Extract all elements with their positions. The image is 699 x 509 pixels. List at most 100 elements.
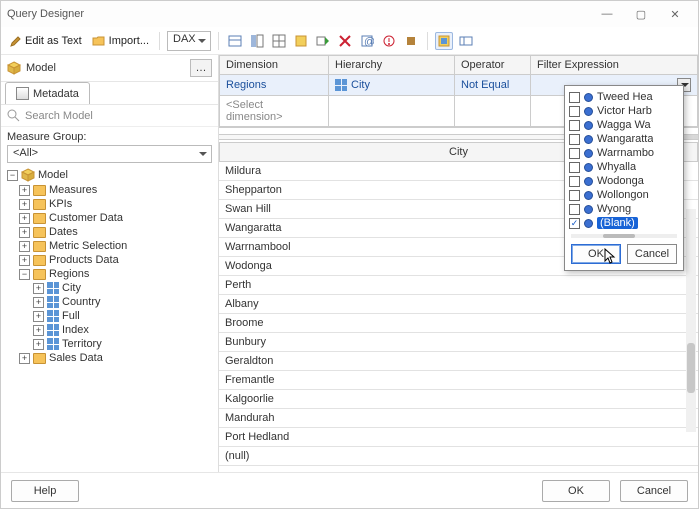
expand-icon[interactable]: + <box>19 353 30 364</box>
popup-item[interactable]: Wagga Wa <box>567 118 681 132</box>
delete-icon[interactable] <box>336 32 354 50</box>
query-icon[interactable]: @ <box>358 32 376 50</box>
popup-item[interactable]: Warrnambo <box>567 146 681 160</box>
expand-icon[interactable]: + <box>33 311 44 322</box>
result-row[interactable]: Mandurah <box>219 409 698 428</box>
tree-node-model[interactable]: Model <box>38 169 68 181</box>
parameters-icon[interactable] <box>457 32 475 50</box>
popup-item-label: Tweed Hea <box>597 91 653 103</box>
expand-icon[interactable]: + <box>33 297 44 308</box>
auto-exec-icon[interactable] <box>314 32 332 50</box>
popup-item[interactable]: Tweed Hea <box>567 90 681 104</box>
popup-cancel-button[interactable]: Cancel <box>627 244 677 264</box>
popup-item[interactable]: Wangaratta <box>567 132 681 146</box>
result-row[interactable]: Bunbury <box>219 333 698 352</box>
popup-item[interactable]: Wodonga <box>567 174 681 188</box>
checkbox[interactable] <box>569 162 580 173</box>
expand-icon[interactable]: + <box>33 283 44 294</box>
refresh-fields-icon[interactable] <box>226 32 244 50</box>
tree-node-dates[interactable]: Dates <box>49 226 78 238</box>
result-row[interactable]: Albany <box>219 295 698 314</box>
expand-icon[interactable]: + <box>19 199 30 210</box>
result-row[interactable]: Kalgoorlie <box>219 390 698 409</box>
help-button[interactable]: Help <box>11 480 79 502</box>
collapse-icon[interactable]: − <box>19 269 30 280</box>
import-label: Import... <box>109 35 149 47</box>
popup-ok-button[interactable]: OK <box>571 244 621 264</box>
checkbox[interactable] <box>569 148 580 159</box>
language-select[interactable]: DAX <box>167 31 211 51</box>
cancel-exec-icon[interactable] <box>402 32 420 50</box>
minimize-button[interactable]: — <box>590 4 624 24</box>
result-row[interactable]: Broome <box>219 314 698 333</box>
expand-icon[interactable]: + <box>19 255 30 266</box>
tab-metadata[interactable]: Metadata <box>5 82 90 104</box>
popup-item[interactable]: (Blank) <box>567 216 681 230</box>
checkbox[interactable] <box>569 190 580 201</box>
checkbox[interactable] <box>569 134 580 145</box>
result-row[interactable]: (null) <box>219 447 698 466</box>
col-dimension: Dimension <box>219 55 329 75</box>
ok-button[interactable]: OK <box>542 480 610 502</box>
tree-node-metric-selection[interactable]: Metric Selection <box>49 240 127 252</box>
edit-as-text-button[interactable]: Edit as Text <box>7 33 85 49</box>
expand-icon[interactable]: + <box>19 241 30 252</box>
measure-group-label: Measure Group: <box>1 127 218 143</box>
expand-icon[interactable]: + <box>19 213 30 224</box>
vertical-scrollbar[interactable] <box>686 209 696 432</box>
popup-item[interactable]: Victor Harb <box>567 104 681 118</box>
tree-node-full[interactable]: Full <box>62 310 80 322</box>
tree-node-products-data[interactable]: Products Data <box>49 254 119 266</box>
hierarchy-icon <box>335 79 347 91</box>
expand-icon[interactable]: + <box>33 325 44 336</box>
separator <box>427 32 428 50</box>
expand-icon[interactable]: + <box>19 227 30 238</box>
toggle-pane-icon[interactable] <box>248 32 266 50</box>
collapse-icon[interactable]: − <box>7 170 18 181</box>
tree-node-sales-data[interactable]: Sales Data <box>49 352 103 364</box>
cube-icon <box>7 61 21 75</box>
checkbox[interactable] <box>569 204 580 215</box>
search-model[interactable]: Search Model <box>1 105 218 127</box>
tree-node-territory[interactable]: Territory <box>62 338 102 350</box>
member-icon <box>584 177 593 186</box>
tree-node-measures[interactable]: Measures <box>49 184 97 196</box>
execute-icon[interactable] <box>380 32 398 50</box>
expand-icon[interactable]: + <box>19 185 30 196</box>
result-row[interactable]: Port Hedland <box>219 428 698 447</box>
folder-icon <box>33 227 46 238</box>
popup-horizontal-scrollbar[interactable] <box>571 234 677 238</box>
measure-group-select[interactable]: <All> <box>7 145 212 163</box>
popup-item[interactable]: Wyong <box>567 202 681 216</box>
tree-node-index[interactable]: Index <box>62 324 89 336</box>
tree-node-regions[interactable]: Regions <box>49 268 89 280</box>
expand-icon[interactable]: + <box>33 339 44 350</box>
metadata-tree[interactable]: − Model + Measures + KPIs + Customer Data + D… <box>1 167 218 472</box>
tree-node-kpis[interactable]: KPIs <box>49 198 72 210</box>
tree-node-city[interactable]: City <box>62 282 81 294</box>
popup-list[interactable]: Tweed HeaVictor HarbWagga WaWangarattaWa… <box>567 90 681 230</box>
cancel-button[interactable]: Cancel <box>620 480 688 502</box>
popup-item[interactable]: Wollongon <box>567 188 681 202</box>
checkbox[interactable] <box>569 92 580 103</box>
result-row[interactable]: Geraldton <box>219 352 698 371</box>
design-mode-icon[interactable] <box>435 32 453 50</box>
tree-node-customer-data[interactable]: Customer Data <box>49 212 123 224</box>
maximize-button[interactable]: ▢ <box>624 4 658 24</box>
window-title: Query Designer <box>7 8 590 20</box>
checkbox[interactable] <box>569 176 580 187</box>
result-row[interactable]: Perth <box>219 276 698 295</box>
checkbox[interactable] <box>569 120 580 131</box>
tree-node-country[interactable]: Country <box>62 296 101 308</box>
grid-icon[interactable] <box>270 32 288 50</box>
import-button[interactable]: Import... <box>89 33 152 49</box>
show-empty-icon[interactable] <box>292 32 310 50</box>
checkbox[interactable] <box>569 106 580 117</box>
popup-item[interactable]: Whyalla <box>567 160 681 174</box>
close-button[interactable]: ✕ <box>658 4 692 24</box>
member-icon <box>584 149 593 158</box>
result-row[interactable]: Fremantle <box>219 371 698 390</box>
checkbox[interactable] <box>569 218 580 229</box>
model-browse-button[interactable]: … <box>190 59 212 77</box>
filter-dimension-value: Regions <box>226 79 266 91</box>
